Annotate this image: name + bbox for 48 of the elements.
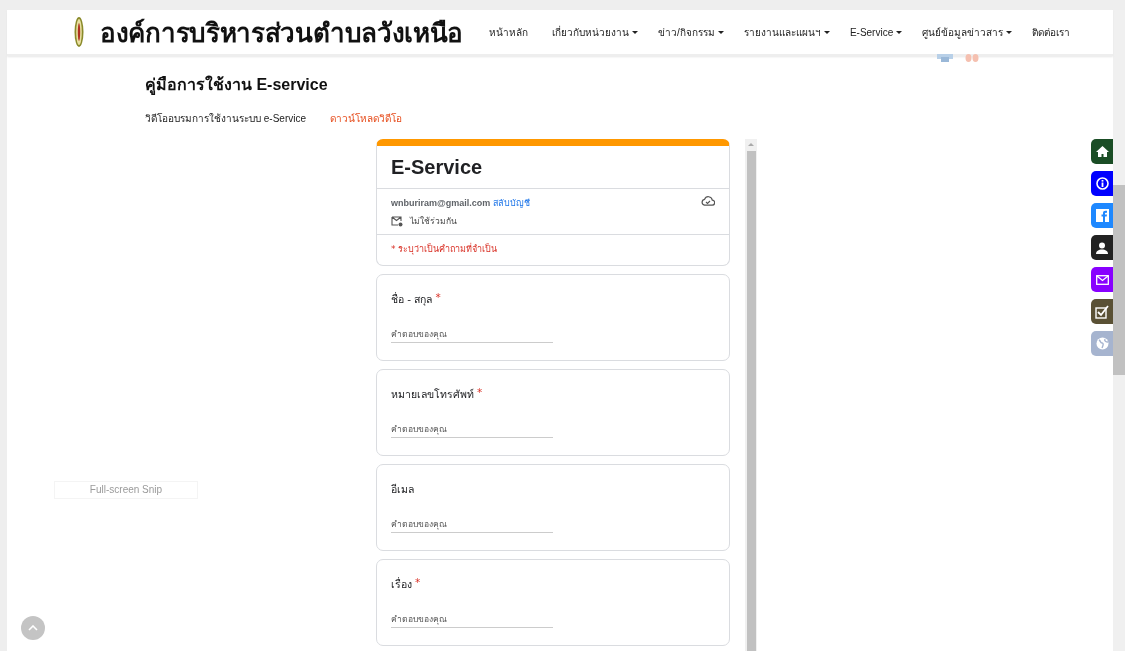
nav-menu-item[interactable]: E-Service (839, 24, 913, 40)
user-side-button[interactable] (1091, 235, 1113, 260)
question-label: เรื่อง (391, 576, 412, 592)
required-mark: * (415, 576, 421, 590)
question-label: หมายเลขโทรศัพท์ (391, 387, 474, 402)
not-shared-label: ไม่ใช้ร่วมกัน (410, 215, 457, 228)
globe-icon (1095, 337, 1109, 350)
info-side-button[interactable] (1091, 171, 1113, 196)
required-mark: * (477, 386, 483, 400)
scrollbar[interactable] (745, 139, 757, 651)
home-icon (1095, 146, 1109, 157)
required-mark: * (435, 291, 441, 305)
home-side-button[interactable] (1091, 139, 1113, 164)
mail-settings-icon (391, 215, 403, 227)
user-icon (1096, 241, 1108, 254)
info-icon (1095, 177, 1109, 190)
nav-menu-item[interactable]: รายงานและแผนฯ (733, 24, 840, 40)
switch-account-link[interactable]: สลับบัญชี (493, 198, 531, 208)
account-email: wnburiram@gmail.com (391, 198, 491, 208)
globe-side-button[interactable] (1091, 331, 1113, 356)
snip-overlay-label: Full-screen Snip (54, 481, 198, 499)
download-link[interactable]: ดาวน์โหลดวิดีโอ (330, 111, 402, 126)
nav-menu-item[interactable]: ศูนย์ข้อมูลข่าวสาร (912, 24, 1023, 40)
mail-side-button[interactable] (1091, 267, 1113, 292)
question-label: อีเมล (391, 482, 414, 497)
printer-icon[interactable] (937, 54, 953, 62)
nav-menu-item[interactable]: ข่าว/กิจกรรม (648, 24, 734, 40)
answer-field[interactable]: คำตอบของคุณ (391, 612, 553, 628)
emblem-logo (74, 16, 84, 48)
facebook-icon (1095, 209, 1109, 222)
checkbox-icon (1095, 304, 1109, 319)
question-label: ชื่อ - สกุล (391, 291, 433, 308)
answer-field[interactable]: คำตอบของคุณ (391, 422, 553, 438)
site-title: องค์การบริหารส่วนตำบลวังเหนือ (100, 16, 464, 50)
nav-menu-item[interactable]: เกี่ยวกับหน่วยงาน (542, 24, 649, 40)
answer-field[interactable]: คำตอบของคุณ (391, 517, 553, 533)
answer-field[interactable]: คำตอบของคุณ (391, 327, 553, 343)
mail-icon (1095, 274, 1109, 285)
required-note: * ระบุว่าเป็นคำถามที่จำเป็น (390, 242, 499, 257)
chevron-up-icon (28, 625, 38, 631)
video-label: วิดีโออบรมการใช้งานระบบ e-Service (145, 112, 306, 126)
cloud-check-icon (701, 196, 715, 206)
facebook-side-button[interactable] (1091, 203, 1113, 228)
check-side-button[interactable] (1091, 299, 1113, 324)
nav-menu-item[interactable]: ติดต่อเรา (1022, 24, 1081, 40)
page-heading: คู่มือการใช้งาน E-service (145, 74, 329, 97)
nav-menu-item[interactable]: หน้าหลัก (479, 24, 539, 40)
form-title: E-Service (377, 146, 729, 189)
